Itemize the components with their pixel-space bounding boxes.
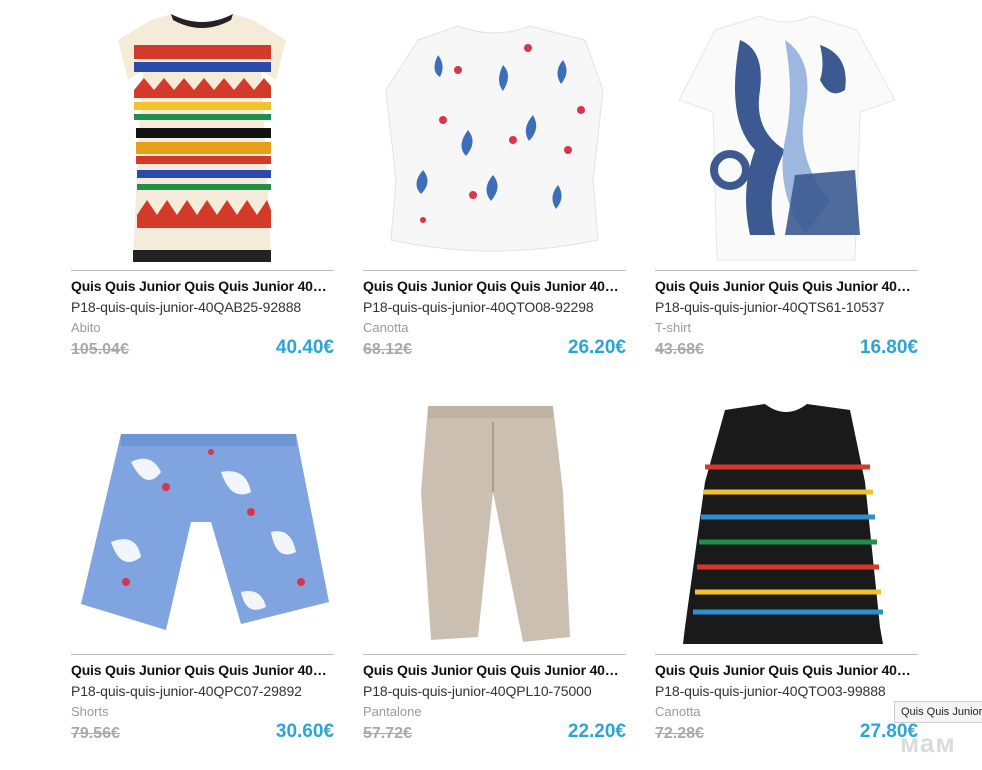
- watermark-logo: мам: [900, 728, 956, 758]
- product-image-fringe-top[interactable]: [655, 392, 918, 654]
- product-category: Pantalone: [363, 704, 422, 719]
- product-title[interactable]: Quis Quis Junior Quis Quis Junior 40QT..…: [363, 278, 626, 294]
- product-title[interactable]: Quis Quis Junior Quis Quis Junior 40Q...: [363, 662, 626, 678]
- product-category: Canotta: [363, 320, 409, 335]
- sale-price: 22.20€: [567, 721, 626, 742]
- product-card[interactable]: Quis Quis Junior Quis Quis Junior 40QT..…: [363, 0, 626, 392]
- product-sku: P18-quis-quis-junior-40QPL10-75000: [363, 683, 592, 699]
- product-title[interactable]: Quis Quis Junior Quis Quis Junior 40Q...: [71, 662, 334, 678]
- product-image-beige-pants[interactable]: [363, 392, 626, 654]
- old-price: 68.12€: [363, 341, 412, 358]
- old-price: 43.68€: [655, 341, 704, 358]
- product-card[interactable]: Quis Quis Junior Quis Quis Junior 40Q...…: [71, 392, 334, 770]
- price-row: 105.04€ 40.40€: [71, 337, 334, 359]
- sale-price: 30.60€: [275, 721, 334, 742]
- card-divider: [655, 270, 918, 271]
- product-sku: P18-quis-quis-junior-40QTO08-92298: [363, 299, 594, 315]
- product-sku: P18-quis-quis-junior-40QTO03-99888: [655, 683, 886, 699]
- price-row: 72.28€ 27.80€: [655, 721, 918, 743]
- product-image-floral-top[interactable]: [363, 0, 626, 270]
- product-image-floral-shorts[interactable]: [71, 392, 334, 654]
- product-category: Abito: [71, 320, 101, 335]
- product-title[interactable]: Quis Quis Junior Quis Quis Junior 40Q...: [71, 278, 334, 294]
- old-price: 79.56€: [71, 725, 120, 742]
- product-sku: P18-quis-quis-junior-40QAB25-92888: [71, 299, 302, 315]
- product-category: T-shirt: [655, 320, 692, 335]
- product-grid: Quis Quis Junior Quis Quis Junior 40Q...…: [71, 0, 919, 770]
- price-row: 68.12€ 26.20€: [363, 337, 626, 359]
- product-card[interactable]: Quis Quis Junior Quis Quis Junior 40Q...…: [363, 392, 626, 770]
- product-card[interactable]: Quis Quis Junior Quis Quis Junior 40QT..…: [655, 392, 918, 770]
- old-price: 57.72€: [363, 725, 412, 742]
- product-title[interactable]: Quis Quis Junior Quis Quis Junior 40Q...: [655, 278, 918, 294]
- sale-price: 26.20€: [567, 337, 626, 358]
- product-image-graphic-tshirt[interactable]: [655, 0, 918, 270]
- product-sku: P18-quis-quis-junior-40QTS61-10537: [655, 299, 885, 315]
- price-row: 57.72€ 22.20€: [363, 721, 626, 743]
- product-card[interactable]: Quis Quis Junior Quis Quis Junior 40Q...…: [71, 0, 334, 392]
- sale-price: 16.80€: [859, 337, 918, 358]
- product-category: Shorts: [71, 704, 109, 719]
- price-row: 79.56€ 30.60€: [71, 721, 334, 743]
- card-divider: [363, 270, 626, 271]
- old-price: 72.28€: [655, 725, 704, 742]
- old-price: 105.04€: [71, 341, 129, 358]
- product-image-patterned-dress[interactable]: [71, 0, 334, 270]
- product-sku: P18-quis-quis-junior-40QPC07-29892: [71, 683, 302, 699]
- sale-price: 40.40€: [275, 337, 334, 358]
- product-title[interactable]: Quis Quis Junior Quis Quis Junior 40QT..…: [655, 662, 918, 678]
- price-row: 43.68€ 16.80€: [655, 337, 918, 359]
- product-card[interactable]: Quis Quis Junior Quis Quis Junior 40Q...…: [655, 0, 918, 392]
- card-divider: [71, 270, 334, 271]
- title-tooltip: Quis Quis Junior Quis Quis Junior: [894, 701, 982, 723]
- product-category: Canotta: [655, 704, 701, 719]
